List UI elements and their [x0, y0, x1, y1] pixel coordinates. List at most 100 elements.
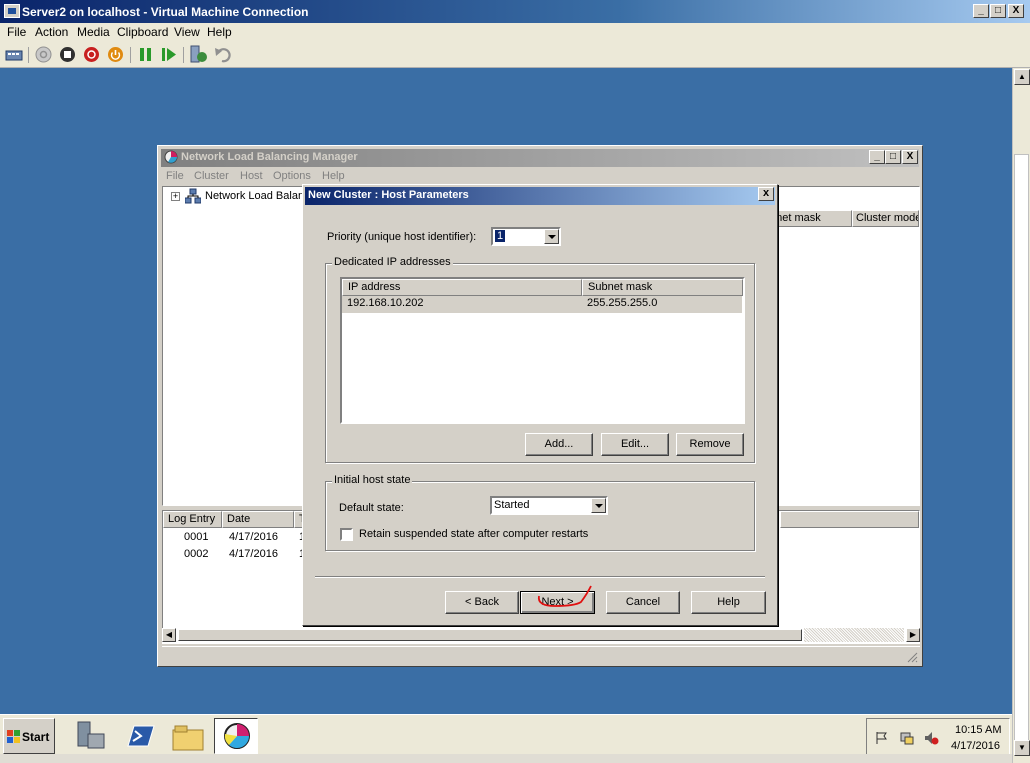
nlb-menu-file[interactable]: File — [166, 170, 184, 182]
pause-icon[interactable] — [138, 46, 153, 63]
snapshot-icon[interactable] — [190, 45, 208, 64]
initial-state-group: Initial host state Default state: Starte… — [325, 474, 755, 551]
vertical-scrollbar[interactable]: ▲ ▼ — [1012, 68, 1030, 763]
powershell-icon — [127, 725, 155, 747]
tree-expand-icon[interactable]: + — [171, 192, 180, 201]
log-col-date[interactable]: Date — [222, 511, 294, 528]
nlb-maximize-button[interactable]: □ — [885, 150, 901, 164]
vm-menubar: File Action Media Clipboard View Help — [0, 23, 1030, 41]
log-date-cell: 4/17/2016 — [229, 548, 278, 560]
column-subnet-mask[interactable]: bnet mask — [766, 210, 852, 227]
nlb-close-button[interactable]: X — [902, 150, 918, 164]
server-manager-icon — [77, 721, 105, 749]
scroll-up-icon[interactable]: ▲ — [1014, 69, 1030, 85]
scroll-right-icon[interactable]: ▶ — [906, 628, 920, 642]
ip-col-mask[interactable]: Subnet mask — [582, 279, 743, 296]
log-entry-cell: 0002 — [184, 548, 209, 560]
menu-help[interactable]: Help — [207, 25, 232, 39]
vm-window-title: Server2 on localhost - Virtual Machine C… — [22, 5, 309, 19]
vm-titlebar: Server2 on localhost - Virtual Machine C… — [0, 0, 1030, 23]
windows-logo-icon — [7, 730, 20, 743]
nlb-manager-icon — [224, 723, 250, 749]
shutdown-icon[interactable] — [83, 46, 100, 63]
ip-address-list[interactable]: IP address Subnet mask 192.168.10.202 25… — [340, 277, 745, 424]
column-cluster-mode[interactable]: Cluster mode — [852, 210, 919, 227]
nlb-tree-pane[interactable]: + Network Load Balanc — [162, 186, 310, 506]
nlb-menu-options[interactable]: Options — [273, 170, 311, 182]
scroll-left-icon[interactable]: ◀ — [162, 628, 176, 642]
h-scroll-track[interactable] — [804, 628, 904, 642]
help-button[interactable]: Help — [691, 591, 766, 614]
edit-button[interactable]: Edit... — [601, 433, 669, 456]
scroll-down-icon[interactable]: ▼ — [1014, 740, 1030, 756]
nlb-menu-help[interactable]: Help — [322, 170, 345, 182]
menu-media[interactable]: Media — [77, 25, 110, 39]
log-entry-cell: 0001 — [184, 531, 209, 543]
log-col-extra[interactable] — [780, 511, 919, 528]
taskbar-app-active[interactable] — [214, 718, 258, 754]
menu-file[interactable]: File — [7, 25, 26, 39]
retain-state-label[interactable]: Retain suspended state after computer re… — [359, 528, 588, 540]
add-button[interactable]: Add... — [525, 433, 593, 456]
cancel-button[interactable]: Cancel — [606, 591, 680, 614]
vm-toolbar — [0, 41, 1030, 68]
remove-button[interactable]: Remove — [676, 433, 744, 456]
start-icon[interactable] — [35, 46, 52, 63]
log-horizontal-scrollbar[interactable]: ◀ ▶ — [162, 628, 920, 644]
turn-off-icon[interactable] — [59, 46, 76, 63]
ip-row[interactable]: 192.168.10.202 255.255.255.0 — [342, 296, 742, 313]
revert-icon[interactable] — [214, 45, 232, 64]
tree-root-label[interactable]: Network Load Balanc — [205, 190, 310, 202]
close-button[interactable]: X — [1008, 4, 1024, 18]
start-button[interactable]: Start — [3, 718, 55, 754]
default-state-value: Started — [494, 499, 530, 511]
subnet-mask-cell: 255.255.255.0 — [587, 297, 658, 309]
back-button[interactable]: < Back — [445, 591, 519, 614]
explorer-icon — [172, 725, 204, 751]
ip-address-cell: 192.168.10.202 — [347, 297, 424, 309]
nlb-menu-cluster[interactable]: Cluster — [194, 170, 229, 182]
dialog-title: New Cluster : Host Parameters — [308, 189, 469, 201]
h-scroll-thumb[interactable] — [178, 629, 802, 641]
bottom-strip — [0, 754, 1012, 763]
dialog-titlebar: New Cluster : Host Parameters — [305, 187, 775, 205]
red-annotation-mark — [537, 585, 592, 607]
taskbar-app[interactable] — [70, 718, 114, 754]
taskbar-app[interactable] — [168, 718, 212, 754]
clock-time[interactable]: 10:15 AM — [955, 724, 1001, 736]
priority-select[interactable]: 1 — [491, 227, 561, 246]
ip-col-address[interactable]: IP address — [342, 279, 582, 296]
power-icon[interactable] — [107, 46, 124, 63]
dialog-close-button[interactable]: x — [758, 187, 774, 201]
nlb-titlebar: Network Load Balancing Manager _ □ X — [161, 149, 919, 167]
nlb-minimize-button[interactable]: _ — [869, 150, 885, 164]
system-tray: 10:15 AM 4/17/2016 — [866, 718, 1010, 756]
ctrl-alt-del-icon[interactable] — [5, 46, 23, 64]
resume-icon[interactable] — [161, 46, 177, 63]
maximize-button[interactable]: □ — [990, 4, 1006, 18]
retain-state-checkbox[interactable] — [340, 528, 353, 541]
log-date-cell: 4/17/2016 — [229, 531, 278, 543]
dedicated-ip-group: Dedicated IP addresses IP address Subnet… — [325, 256, 755, 463]
priority-label: Priority (unique host identifier): — [327, 231, 477, 243]
clock-date[interactable]: 4/17/2016 — [951, 740, 1000, 752]
minimize-button[interactable]: _ — [973, 4, 989, 18]
menu-action[interactable]: Action — [35, 25, 68, 39]
chevron-down-icon[interactable] — [591, 498, 606, 513]
default-state-select[interactable]: Started — [490, 496, 608, 515]
menu-clipboard[interactable]: Clipboard — [117, 25, 168, 39]
network-icon[interactable] — [899, 730, 915, 746]
start-label: Start — [22, 730, 50, 744]
flag-icon[interactable] — [875, 731, 889, 745]
scroll-thumb[interactable] — [1014, 154, 1029, 754]
menu-view[interactable]: View — [174, 25, 200, 39]
taskbar-app[interactable] — [120, 718, 164, 754]
nlb-window-title: Network Load Balancing Manager — [181, 151, 358, 163]
vm-connection-icon — [4, 4, 20, 18]
cluster-tree-icon — [185, 188, 201, 204]
resize-grip-icon[interactable] — [906, 651, 918, 663]
log-col-entry[interactable]: Log Entry — [163, 511, 222, 528]
chevron-down-icon[interactable] — [544, 229, 559, 244]
nlb-menu-host[interactable]: Host — [240, 170, 263, 182]
volume-icon[interactable] — [923, 730, 939, 746]
